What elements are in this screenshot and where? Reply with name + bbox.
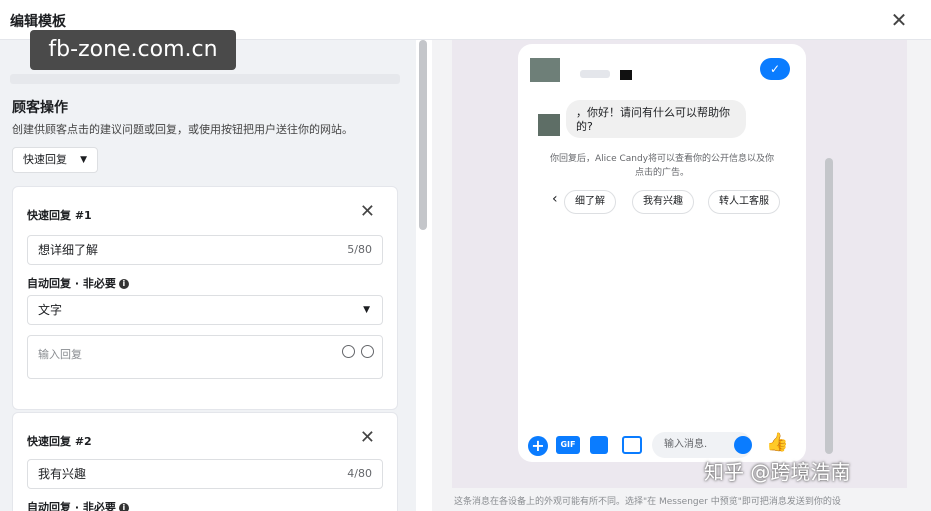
quick-reply-value: 我有兴趣	[38, 467, 87, 481]
caret-down-icon: ▼	[363, 305, 370, 315]
section-description: 创建供顾客点击的建议问题或回复，或使用按钮把用户送往你的网站。	[12, 123, 353, 136]
check-icon[interactable]: ✓	[760, 58, 790, 80]
sticker-icon[interactable]	[590, 436, 608, 454]
reply-type-label: 快速回复	[23, 153, 67, 166]
preview-note: 这条消息在各设备上的外观可能有所不同。选择"在 Messenger 中预览"即可…	[454, 497, 841, 507]
char-count: 5/80	[347, 243, 372, 256]
avatar	[538, 114, 560, 136]
auto-reply-label: 自动回复 · 非必要 i	[27, 275, 129, 291]
personalize-icon[interactable]	[361, 344, 374, 358]
quick-reply-input[interactable]: 想详细了解 5/80	[27, 235, 383, 265]
char-count: 4/80	[347, 467, 372, 480]
preview-panel: ✓ ，你好！请问有什么可以帮助你的? 你回复后，Alice Candy将可以查看…	[432, 40, 931, 511]
page-avatar	[530, 58, 560, 82]
page-title: 编辑模板	[10, 14, 66, 30]
emoji-icon[interactable]	[734, 436, 752, 454]
chip-human-agent[interactable]: 转人工客服	[708, 190, 780, 214]
thumbs-up-icon[interactable]: 👍	[766, 432, 788, 453]
close-icon[interactable]: ✕	[360, 427, 375, 449]
plus-icon[interactable]: +	[528, 436, 548, 456]
input-tools	[336, 344, 374, 358]
page-name	[580, 70, 610, 78]
info-icon[interactable]: i	[118, 279, 129, 289]
watermark-bottom: 知乎 @跨境浩南	[704, 460, 851, 484]
gif-icon[interactable]: GIF	[556, 436, 580, 454]
auto-reply-input[interactable]: 输入回复	[27, 335, 383, 379]
chip-learn-more[interactable]: 细了解	[564, 190, 616, 214]
quick-reply-title: 快速回复 #2	[27, 435, 92, 448]
reply-type-dropdown[interactable]: 快速回复 ▼	[12, 147, 98, 173]
messenger-preview: ✓ ，你好！请问有什么可以帮助你的? 你回复后，Alice Candy将可以查看…	[518, 44, 806, 462]
chip-interested[interactable]: 我有兴趣	[632, 190, 694, 214]
quick-reply-chips: ‹ 细了解 我有兴趣 转人工客服	[548, 190, 798, 214]
auto-reply-type-value: 文字	[38, 303, 63, 317]
watermark-top: fb-zone.com.cn	[30, 30, 236, 70]
quick-reply-input[interactable]: 我有兴趣 4/80	[27, 459, 383, 489]
auto-reply-label: 自动回复 · 非必要 i	[27, 499, 129, 511]
left-scrollbar[interactable]	[419, 40, 427, 230]
info-icon[interactable]: i	[118, 503, 129, 511]
close-icon[interactable]: ✕	[887, 8, 911, 32]
left-panel: 顾客操作 创建供顾客点击的建议问题或回复，或使用按钮把用户送往你的网站。 快速回…	[0, 40, 416, 511]
page-name-mark	[620, 70, 632, 80]
quick-reply-value: 想详细了解	[38, 243, 99, 257]
quick-reply-card: 快速回复 #2 ✕ 我有兴趣 4/80 自动回复 · 非必要 i	[12, 412, 398, 511]
auto-reply-placeholder: 输入回复	[38, 348, 82, 361]
close-icon[interactable]: ✕	[360, 201, 375, 223]
auto-reply-type-select[interactable]: 文字 ▼	[27, 295, 383, 325]
auto-reply-label-text: 自动回复 · 非必要	[27, 277, 116, 290]
preview-scrollbar[interactable]	[825, 158, 833, 454]
photo-icon[interactable]	[622, 436, 642, 454]
auto-reply-label-text: 自动回复 · 非必要	[27, 501, 116, 511]
chevron-left-icon[interactable]: ‹	[552, 191, 558, 207]
section-title: 顾客操作	[12, 100, 68, 116]
greeting-bubble: ，你好！请问有什么可以帮助你的?	[566, 100, 746, 138]
emoji-icon[interactable]	[342, 344, 355, 358]
quick-reply-title: 快速回复 #1	[27, 209, 92, 222]
caret-down-icon: ▼	[80, 155, 87, 165]
privacy-info: 你回复后，Alice Candy将可以查看你的公开信息以及你点击的广告。	[549, 154, 775, 178]
panel-strip	[10, 74, 400, 84]
quick-reply-card: 快速回复 #1 ✕ 想详细了解 5/80 自动回复 · 非必要 i 文字 ▼ 输入…	[12, 186, 398, 410]
